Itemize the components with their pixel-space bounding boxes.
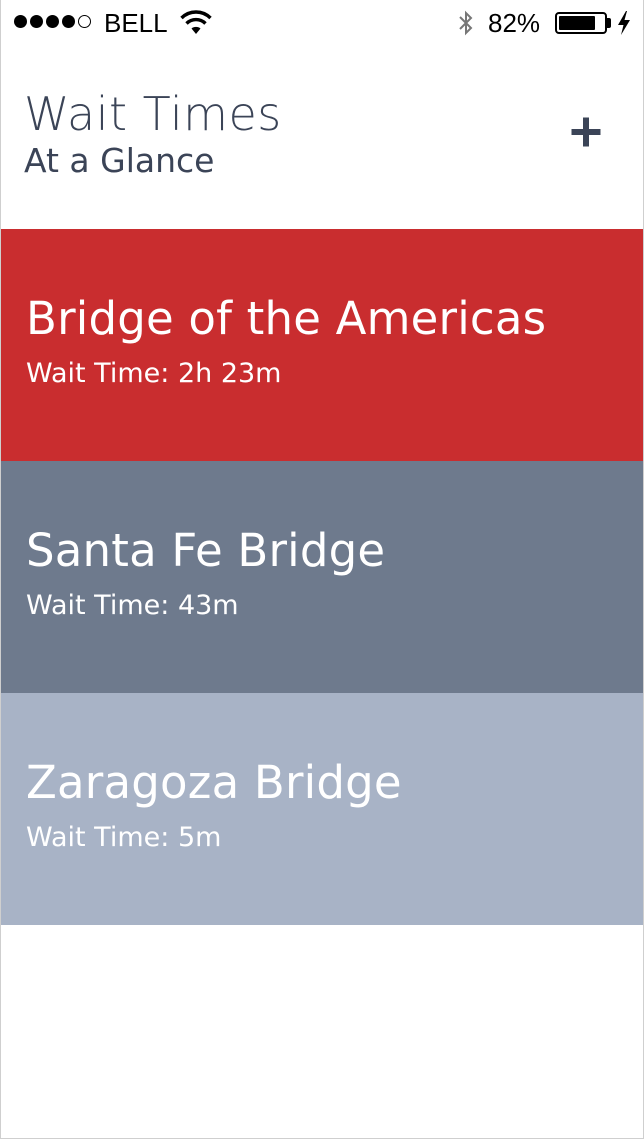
add-button[interactable]	[560, 106, 612, 158]
bridge-row[interactable]: Bridge of the Americas Wait Time: 2h 23m	[0, 229, 644, 461]
battery-nub	[607, 18, 611, 28]
charging-bolt-icon	[618, 11, 630, 35]
battery-icon	[555, 12, 607, 34]
bridge-row[interactable]: Santa Fe Bridge Wait Time: 43m	[0, 461, 644, 693]
signal-dot	[14, 15, 27, 28]
battery-fill	[559, 16, 596, 30]
page-title: Wait Times	[24, 87, 282, 141]
bridge-wait-time: Wait Time: 2h 23m	[26, 358, 282, 389]
bridge-list: Bridge of the Americas Wait Time: 2h 23m…	[0, 229, 644, 925]
bridge-row[interactable]: Zaragoza Bridge Wait Time: 5m	[0, 693, 644, 925]
battery-percentage: 82%	[488, 8, 541, 38]
plus-icon	[571, 117, 601, 147]
carrier-name: BELL	[104, 8, 168, 38]
bridge-name: Zaragoza Bridge	[26, 756, 402, 809]
wifi-icon	[180, 10, 212, 34]
bridge-wait-time: Wait Time: 5m	[26, 822, 222, 853]
bridge-name: Bridge of the Americas	[26, 292, 547, 345]
bluetooth-icon	[459, 10, 473, 36]
signal-dot	[46, 15, 59, 28]
bridge-name: Santa Fe Bridge	[26, 524, 386, 577]
page-subtitle: At a Glance	[24, 141, 215, 180]
signal-strength-icon	[14, 15, 91, 28]
bridge-wait-time: Wait Time: 43m	[26, 590, 239, 621]
header: Wait Times At a Glance	[0, 46, 644, 229]
signal-dot	[30, 15, 43, 28]
signal-dot	[62, 15, 75, 28]
signal-dot-empty	[78, 15, 91, 28]
status-bar: BELL 82%	[0, 0, 644, 46]
